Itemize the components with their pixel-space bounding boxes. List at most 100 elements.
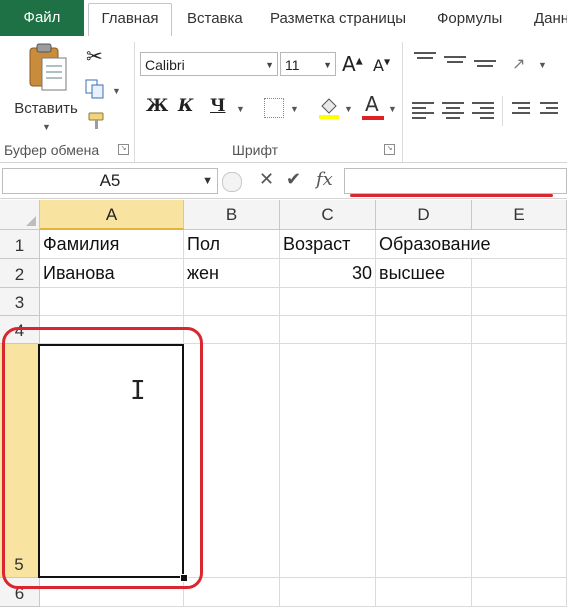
cell-e5[interactable] [472,344,567,578]
cell-a1[interactable]: Фамилия [40,230,184,259]
cell-c6[interactable] [280,578,376,607]
tab-insert[interactable]: Вставка [187,4,243,36]
font-name-combo[interactable]: Calibri ▼ [140,52,278,76]
font-size-value: 11 [285,57,300,73]
font-color-dropdown-arrow[interactable]: ▼ [388,104,397,114]
cell-b3[interactable] [184,288,280,316]
align-top-icon[interactable] [414,52,436,68]
cell-b2[interactable]: жен [184,259,280,288]
row-header-2[interactable]: 2 [0,259,40,288]
cell-e1[interactable] [472,230,567,259]
cell-e6[interactable] [472,578,567,607]
paste-icon [29,43,67,91]
cut-icon[interactable]: ✂ [86,44,103,68]
grow-font-button[interactable]: A▲ [342,52,363,76]
cell-e4[interactable] [472,316,567,344]
cancel-icon[interactable]: ✕ [259,169,274,190]
cell-a2[interactable]: Иванова [40,259,184,288]
column-header-e[interactable]: E [472,200,567,230]
align-bottom-icon[interactable] [474,60,496,76]
clipboard-dialog-launcher[interactable]: ↘ [118,144,129,155]
font-dialog-launcher[interactable]: ↘ [384,144,395,155]
name-box-value: A5 [99,171,121,190]
cell-d6[interactable] [376,578,472,607]
borders-dropdown-arrow[interactable]: ▼ [290,104,299,114]
cell-a3[interactable] [40,288,184,316]
cell-e3[interactable] [472,288,567,316]
cell-c3[interactable] [280,288,376,316]
tab-formulas[interactable]: Формулы [437,4,502,36]
cell-d1[interactable]: Образование [376,230,491,259]
name-box[interactable]: A5 ▼ [2,168,218,194]
paste-dropdown-arrow[interactable]: ▼ [42,122,51,132]
shrink-font-button[interactable]: A▼ [373,56,390,75]
column-header-a[interactable]: A [40,200,184,230]
tab-home[interactable]: Главная [88,3,172,38]
select-all-button[interactable] [0,200,40,230]
fill-color-dropdown-arrow[interactable]: ▼ [344,104,353,114]
group-separator [402,42,403,162]
align-left-icon[interactable] [412,102,434,119]
annotation-highlight-box [2,327,203,589]
tab-page-layout[interactable]: Разметка страницы [270,4,406,36]
tab-file[interactable]: Файл [0,0,84,36]
cell-d3[interactable] [376,288,472,316]
cell-e2[interactable] [472,259,567,288]
column-header-b[interactable]: B [184,200,280,230]
align-right-icon[interactable] [472,102,494,119]
font-color-swatch [362,116,384,120]
font-color-button[interactable]: A [362,92,384,122]
bold-button[interactable]: Ж [146,96,168,116]
decrease-indent-icon[interactable] [512,102,534,118]
underline-dropdown-arrow[interactable]: ▼ [236,104,245,114]
tab-data[interactable]: Данн [534,4,567,36]
chevron-down-icon: ▼ [202,175,213,187]
row-number: 3 [14,293,25,312]
group-separator [134,42,135,162]
paste-label: Вставить [14,100,78,117]
row-header-1[interactable]: 1 [0,230,40,259]
font-color-letter: A [365,92,379,116]
italic-button[interactable]: К [178,96,193,116]
cell-c5[interactable] [280,344,376,578]
underline-button[interactable]: Ч [210,96,226,116]
orientation-dropdown-arrow[interactable]: ▼ [538,60,547,70]
group-separator [502,96,503,126]
align-center-icon[interactable] [442,102,464,119]
cell-d4[interactable] [376,316,472,344]
cell-d5[interactable] [376,344,472,578]
paste-button[interactable]: Вставить ▼ [8,42,84,134]
fill-color-icon[interactable] [316,94,342,125]
row-header-3[interactable]: 3 [0,288,40,316]
ribbon-home: Вставить ▼ ✂ ▼ Буфер обмена ↘ Calibri ▼ … [0,36,567,163]
formula-input[interactable] [344,168,567,194]
align-middle-icon[interactable] [444,56,466,72]
ribbon-tab-bar: Файл Главная Вставка Разметка страницы Ф… [0,0,567,38]
font-name-value: Calibri [145,57,185,73]
format-painter-icon[interactable] [86,110,108,137]
enter-icon[interactable]: ✔ [286,169,301,190]
font-size-combo[interactable]: 11 ▼ [280,52,336,76]
orientation-icon[interactable]: ↗ [512,54,525,74]
cell-c2[interactable]: 30 [280,259,376,288]
copy-dropdown-arrow[interactable]: ▼ [112,86,121,96]
copy-icon[interactable] [84,78,106,105]
font-group-label: Шрифт [232,142,279,158]
formula-bar-splitter[interactable] [222,172,242,192]
annotation-underline [350,194,553,197]
column-header-c[interactable]: C [280,200,376,230]
chevron-down-icon: ▼ [265,60,274,70]
column-header-d[interactable]: D [376,200,472,230]
clipboard-group-label: Буфер обмена [4,142,100,158]
fx-icon: fx [316,169,333,190]
cell-c4[interactable] [280,316,376,344]
borders-icon[interactable] [264,98,284,118]
cell-b1[interactable]: Пол [184,230,280,259]
increase-indent-icon[interactable] [540,102,562,118]
row-number: 1 [14,236,25,255]
insert-function-button[interactable]: fx [316,169,333,190]
cell-d2[interactable]: высшее [376,259,472,288]
row-number: 2 [14,265,25,284]
chevron-down-icon: ▼ [323,60,332,70]
cell-c1[interactable]: Возраст [280,230,376,259]
